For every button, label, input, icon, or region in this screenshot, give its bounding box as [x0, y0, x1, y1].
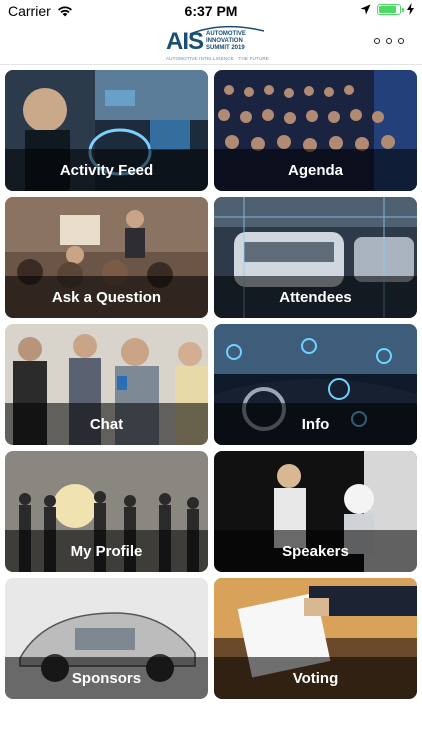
summit-logo: AIS AUTOMOTIVE INNOVATION SUMMIT 2019 AU… [166, 25, 270, 61]
status-time: 6:37 PM [184, 3, 238, 19]
tile-label: Info [214, 403, 417, 445]
more-horizontal-icon [398, 38, 404, 44]
charging-icon [407, 3, 414, 15]
tile-label: Voting [214, 657, 417, 699]
tile-voting[interactable]: Voting [214, 578, 417, 699]
more-horizontal-icon [374, 38, 380, 44]
logo-wordmark: AUTOMOTIVE INNOVATION SUMMIT 2019 [206, 31, 246, 52]
logo-line: INNOVATION [206, 38, 243, 44]
logo-tagline: AUTOMOTIVE INTELLIGENCE · THE FUTURE [166, 56, 270, 61]
menu-grid: Activity Feed Agenda Ask a Question Atte… [5, 70, 417, 699]
tile-label: Chat [5, 403, 208, 445]
status-bar: Carrier 6:37 PM [0, 0, 422, 22]
location-arrow-icon [360, 4, 371, 14]
tile-info[interactable]: Info [214, 324, 417, 445]
tile-label: Agenda [214, 149, 417, 191]
tile-ask-a-question[interactable]: Ask a Question [5, 197, 208, 318]
logo-line: AUTOMOTIVE [206, 31, 246, 37]
tile-my-profile[interactable]: My Profile [5, 451, 208, 572]
tile-activity-feed[interactable]: Activity Feed [5, 70, 208, 191]
tile-chat[interactable]: Chat [5, 324, 208, 445]
tile-label: Speakers [214, 530, 417, 572]
more-options-button[interactable] [374, 34, 404, 48]
more-horizontal-icon [386, 38, 392, 44]
tile-label: My Profile [5, 530, 208, 572]
status-right [360, 3, 414, 15]
tile-attendees[interactable]: Attendees [214, 197, 417, 318]
battery-icon [377, 3, 404, 15]
tile-label: Ask a Question [5, 276, 208, 318]
tile-label: Attendees [214, 276, 417, 318]
tile-label: Activity Feed [5, 149, 208, 191]
battery-level [379, 5, 396, 13]
tile-agenda[interactable]: Agenda [214, 70, 417, 191]
nav-bar: AIS AUTOMOTIVE INNOVATION SUMMIT 2019 AU… [0, 22, 422, 65]
logo-line: SUMMIT 2019 [206, 45, 245, 51]
logo-mark: AIS [166, 28, 204, 55]
tile-sponsors[interactable]: Sponsors [5, 578, 208, 699]
tile-speakers[interactable]: Speakers [214, 451, 417, 572]
tile-label: Sponsors [5, 657, 208, 699]
